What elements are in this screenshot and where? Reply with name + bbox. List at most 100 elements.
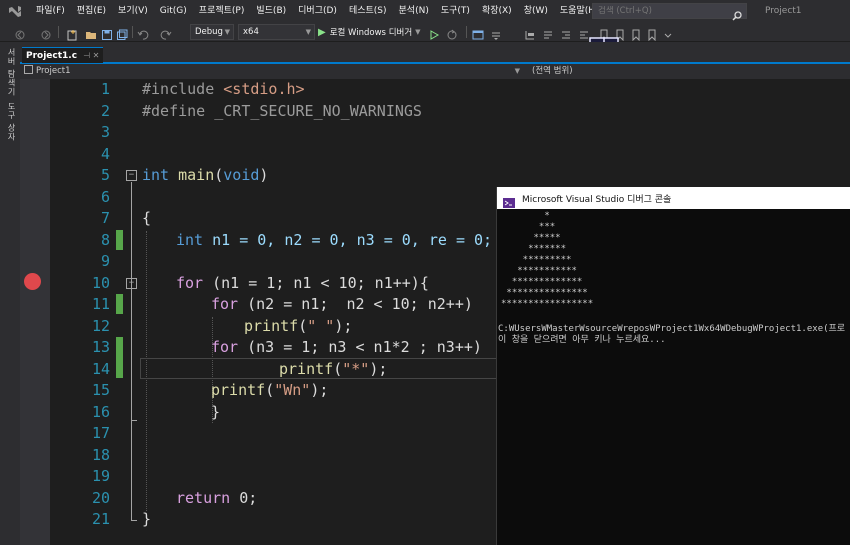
open-folder-icon[interactable] <box>85 26 97 39</box>
save-icon[interactable] <box>101 26 113 40</box>
include-header: <stdio.h> <box>223 80 305 98</box>
line-number: 11 <box>91 295 110 313</box>
code-line-15[interactable]: printf("Wn"); <box>211 381 328 399</box>
keyword: for <box>211 295 239 313</box>
menu-build[interactable]: 빌드(B) <box>250 0 292 22</box>
console-output-line: ******* <box>501 244 567 254</box>
menu-tools[interactable]: 도구(T) <box>435 0 476 22</box>
console-titlebar[interactable]: Microsoft Visual Studio 디버그 콘솔 <box>497 187 850 209</box>
redo-icon[interactable] <box>160 26 172 40</box>
window-layout-icon[interactable] <box>472 26 484 40</box>
menu-project[interactable]: 프로젝트(P) <box>193 0 251 22</box>
toolbar: Debug ▼ x64 ▼ ▶ 로컬 Windows 디버거 ▼ <box>0 22 850 42</box>
menu-extensions[interactable]: 확장(X) <box>476 0 518 22</box>
code-line-8[interactable]: int n1 = 0, n2 = 0, n3 = 0, re = 0; <box>176 231 492 249</box>
menu-debug[interactable]: 디버그(D) <box>292 0 343 22</box>
clear-bookmarks-icon[interactable] <box>646 26 658 42</box>
console-title: Microsoft Visual Studio 디버그 콘솔 <box>522 194 672 205</box>
overflow-icon[interactable] <box>662 26 674 38</box>
toolbox-tab[interactable]: 도구 상자 <box>3 102 17 142</box>
paren: ( <box>214 166 224 184</box>
chevron-down-icon: ▼ <box>415 28 421 36</box>
start-debugging-button[interactable]: ▶ 로컬 Windows 디버거 ▼ <box>318 24 421 40</box>
menu-git[interactable]: Git(G) <box>154 0 193 22</box>
play-icon: ▶ <box>318 26 326 38</box>
navigation-bar: Project1 ▼ (전역 범위) <box>20 64 850 79</box>
start-without-debug-icon[interactable] <box>428 26 440 40</box>
menu-analyze[interactable]: 분석(N) <box>393 0 435 22</box>
project-dropdown-value: Project1 <box>36 66 71 76</box>
collapse-main-icon[interactable]: − <box>126 170 137 181</box>
indent-icon[interactable] <box>560 26 572 39</box>
code-line-5[interactable]: int main(void) <box>142 166 268 184</box>
close-icon[interactable]: ⊣ ✕ <box>83 51 99 60</box>
menu-view[interactable]: 보기(V) <box>112 0 154 22</box>
console-output[interactable]: * *** ***** ******* ********* **********… <box>497 209 850 545</box>
menu-edit[interactable]: 편집(E) <box>71 0 112 22</box>
line-number: 5 <box>100 166 110 184</box>
forward-icon[interactable] <box>40 26 52 40</box>
platform-select[interactable]: x64 ▼ <box>238 24 315 40</box>
comment-out-icon[interactable] <box>524 26 536 40</box>
code-line-12[interactable]: printf(" "); <box>244 317 352 335</box>
code-line-1[interactable]: #include <stdio.h> <box>142 80 305 98</box>
next-bookmark-icon[interactable] <box>630 26 642 42</box>
preprocessor-directive: #define <box>142 102 215 120</box>
line-number: 4 <box>100 145 110 163</box>
fold-end <box>131 520 137 521</box>
code-line-7[interactable]: { <box>142 209 151 227</box>
line-number: 2 <box>100 102 110 120</box>
debug-console-window[interactable]: Microsoft Visual Studio 디버그 콘솔 * *** ***… <box>496 187 850 545</box>
console-output-line: ***** <box>501 233 561 243</box>
search-box[interactable] <box>592 3 747 21</box>
line-number: 17 <box>91 424 110 442</box>
code-line-14[interactable]: printf("*"); <box>279 360 387 378</box>
back-icon[interactable] <box>14 26 26 40</box>
glyph-margin[interactable] <box>20 79 50 545</box>
code-line-20[interactable]: return 0; <box>176 489 257 507</box>
change-marker <box>116 294 123 314</box>
code-line-16[interactable]: } <box>211 403 220 421</box>
run-button-label: 로컬 Windows 디버거 <box>329 28 413 38</box>
undo-icon[interactable] <box>137 26 149 40</box>
configuration-select[interactable]: Debug ▼ <box>190 24 234 40</box>
console-close-prompt: 이 창을 닫으려면 아무 키나 누르세요... <box>498 335 666 345</box>
code-line-13[interactable]: for (n3 = 1; n3 < n1*2 ; n3++) <box>211 338 482 356</box>
line-number: 12 <box>91 317 110 335</box>
keyword: return <box>176 489 231 507</box>
save-all-icon[interactable] <box>116 26 128 40</box>
fold-end <box>131 420 137 421</box>
keyword: for <box>176 274 204 292</box>
scope-dropdown[interactable]: (전역 범위) <box>532 65 832 78</box>
project-dropdown[interactable]: Project1 ▼ <box>24 65 520 78</box>
code-line-21[interactable]: } <box>142 510 151 528</box>
breakpoint-icon[interactable] <box>24 273 41 290</box>
brace: } <box>211 403 221 421</box>
line-number: 6 <box>100 188 110 206</box>
console-output-line: * <box>501 211 550 221</box>
paren: ( <box>333 360 343 378</box>
console-output-line: *********** <box>501 266 577 276</box>
collapse-for-icon[interactable]: − <box>126 278 137 289</box>
code-line-10[interactable]: for (n1 = 1; n1 < 10; n1++){ <box>176 274 429 292</box>
line-number: 16 <box>91 403 110 421</box>
macro-name: _CRT_SECURE_NO_WARNINGS <box>214 102 422 120</box>
side-panel: 서버 탐색기 도구 상자 <box>0 42 20 545</box>
menu-file[interactable]: 파일(F) <box>30 0 71 22</box>
hot-reload-icon[interactable] <box>446 26 458 40</box>
tab-project1-c[interactable]: Project1.c ⊣ ✕ <box>22 47 104 63</box>
line-number: 1 <box>100 80 110 98</box>
string-literal: " " <box>307 317 335 335</box>
menu-window[interactable]: 창(W) <box>518 0 554 22</box>
toolbar-options-icon[interactable] <box>490 26 502 40</box>
code-line-11[interactable]: for (n2 = n1; n2 < 10; n2++) <box>211 295 473 313</box>
vs-logo-icon[interactable] <box>0 0 30 22</box>
code-line-2[interactable]: #define _CRT_SECURE_NO_WARNINGS <box>142 102 422 120</box>
menu-test[interactable]: 테스트(S) <box>343 0 393 22</box>
new-project-icon[interactable] <box>66 26 78 41</box>
search-input[interactable] <box>593 6 728 16</box>
chevron-down-icon: ▼ <box>305 28 311 36</box>
uncomment-icon[interactable] <box>542 26 554 39</box>
server-explorer-tab[interactable]: 서버 탐색기 <box>3 48 17 97</box>
statement: (n1 = 1; n1 < 10; n1++){ <box>203 274 429 292</box>
